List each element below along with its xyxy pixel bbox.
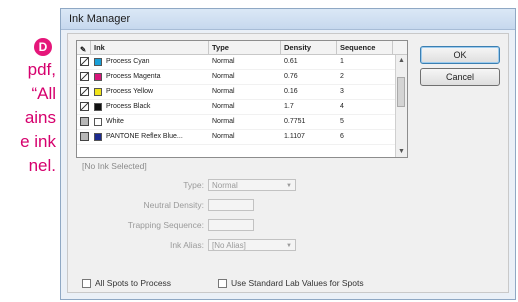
trapping-sequence-field[interactable]: [208, 219, 254, 231]
ink-density-cell: 0.61: [284, 58, 298, 65]
scroll-up-arrow-icon[interactable]: ▲: [396, 55, 407, 66]
scroll-down-arrow-icon[interactable]: ▼: [396, 146, 407, 157]
ink-row[interactable]: PANTONE Reflex Blue... Normal 1.1107 6: [77, 130, 407, 145]
ink-name-cell: Process Magenta: [91, 70, 209, 84]
type-select[interactable]: Normal ▼: [208, 179, 296, 191]
ink-rows: Process Cyan Normal 0.61 1 Process Magenta No…: [77, 55, 407, 145]
ink-sequence-cell: 6: [340, 133, 344, 140]
ink-mode-icon[interactable]: [77, 100, 91, 114]
document-text-line: e ink: [20, 132, 56, 151]
ink-name: Process Yellow: [106, 88, 154, 95]
document-background: D pdf, “All ains e ink nel.: [0, 0, 60, 302]
ink-name: Process Magenta: [106, 73, 161, 80]
ink-swatch-icon: [94, 88, 102, 96]
ink-density-cell: 0.16: [284, 88, 298, 95]
ink-type-cell: Normal: [212, 88, 235, 95]
ink-manager-dialog: Ink Manager ✎ Ink Type Density Sequence …: [60, 8, 516, 300]
chevron-down-icon: ▼: [286, 243, 292, 249]
document-text-line: nel.: [28, 156, 56, 175]
ink-name-cell: Process Yellow: [91, 85, 209, 99]
ink-row[interactable]: Process Magenta Normal 0.76 2: [77, 70, 407, 85]
ink-alias-value: [No Alias]: [212, 241, 246, 250]
column-header-sequence[interactable]: Sequence: [337, 41, 393, 54]
column-header-density[interactable]: Density: [281, 41, 337, 54]
trapping-sequence-label: Trapping Sequence:: [127, 220, 204, 230]
ink-swatch-icon: [94, 73, 102, 81]
ink-density-cell: 0.76: [284, 73, 298, 80]
ink-sequence-cell: 4: [340, 103, 344, 110]
ink-density-cell: 1.7: [284, 103, 294, 110]
lab-values-option[interactable]: Use Standard Lab Values for Spots: [218, 278, 364, 288]
scroll-thumb[interactable]: [397, 77, 405, 107]
ink-sequence-cell: 5: [340, 118, 344, 125]
ink-mode-icon[interactable]: [77, 55, 91, 69]
ink-name-cell: Process Black: [91, 100, 209, 114]
all-spots-option[interactable]: All Spots to Process: [82, 278, 171, 288]
ink-name: White: [106, 118, 124, 125]
column-header-ink[interactable]: Ink: [91, 41, 209, 54]
step-badge: D: [34, 38, 52, 56]
ink-sequence-cell: 2: [340, 73, 344, 80]
ink-sequence-cell: 3: [340, 88, 344, 95]
ink-row[interactable]: Process Black Normal 1.7 4: [77, 100, 407, 115]
ink-sequence-cell: 1: [340, 58, 344, 65]
ink-type-cell: Normal: [212, 73, 235, 80]
document-text-line: “All: [31, 84, 56, 103]
ok-button[interactable]: OK: [420, 46, 500, 64]
document-text-line: pdf,: [27, 60, 56, 79]
ink-name: PANTONE Reflex Blue...: [106, 133, 183, 140]
ink-row[interactable]: Process Yellow Normal 0.16 3: [77, 85, 407, 100]
lab-values-label: Use Standard Lab Values for Spots: [231, 278, 364, 288]
ink-type-cell: Normal: [212, 118, 235, 125]
ink-mode-icon[interactable]: [77, 85, 91, 99]
document-text-line: ains: [24, 108, 56, 127]
no-ink-selected-label: [No Ink Selected]: [82, 161, 147, 171]
ink-mode-icon[interactable]: [77, 130, 91, 144]
ink-name-cell: White: [91, 115, 209, 129]
ink-table-header: ✎ Ink Type Density Sequence: [77, 41, 407, 55]
dialog-content: ✎ Ink Type Density Sequence Process Cyan…: [67, 33, 509, 293]
dialog-title[interactable]: Ink Manager: [61, 9, 515, 30]
ink-row[interactable]: White Normal 0.7751 5: [77, 115, 407, 130]
ink-swatch-icon: [94, 133, 102, 141]
ink-swatch-icon: [94, 118, 102, 126]
ink-density-cell: 1.1107: [284, 133, 305, 140]
ink-mode-icon[interactable]: [77, 70, 91, 84]
ink-name: Process Black: [106, 103, 151, 110]
ink-name: Process Cyan: [106, 58, 150, 65]
ink-alias-select[interactable]: [No Alias] ▼: [208, 239, 296, 251]
all-spots-label: All Spots to Process: [95, 278, 172, 288]
column-header-icon[interactable]: ✎: [77, 41, 91, 54]
ink-alias-label: Ink Alias:: [169, 240, 204, 250]
lab-values-checkbox[interactable]: [218, 278, 227, 288]
type-label: Type:: [183, 180, 204, 190]
ink-table-scrollbar[interactable]: ▲ ▼: [395, 55, 407, 157]
type-select-value: Normal: [212, 181, 238, 190]
all-spots-checkbox[interactable]: [82, 278, 91, 288]
ink-name-cell: PANTONE Reflex Blue...: [91, 130, 209, 144]
ink-swatch-icon: [94, 103, 102, 111]
ink-type-cell: Normal: [212, 133, 235, 140]
ink-mode-icon[interactable]: [77, 115, 91, 129]
ink-name-cell: Process Cyan: [91, 55, 209, 69]
neutral-density-label: Neutral Density:: [143, 200, 204, 210]
neutral-density-field[interactable]: [208, 199, 254, 211]
column-header-type[interactable]: Type: [209, 41, 281, 54]
ink-type-cell: Normal: [212, 58, 235, 65]
ink-table: ✎ Ink Type Density Sequence Process Cyan…: [76, 40, 408, 158]
chevron-down-icon: ▼: [286, 183, 292, 189]
ink-density-cell: 0.7751: [284, 118, 306, 125]
ink-swatch-icon: [94, 58, 102, 66]
ink-type-cell: Normal: [212, 103, 235, 110]
cancel-button[interactable]: Cancel: [420, 68, 500, 86]
ink-row[interactable]: Process Cyan Normal 0.61 1: [77, 55, 407, 70]
